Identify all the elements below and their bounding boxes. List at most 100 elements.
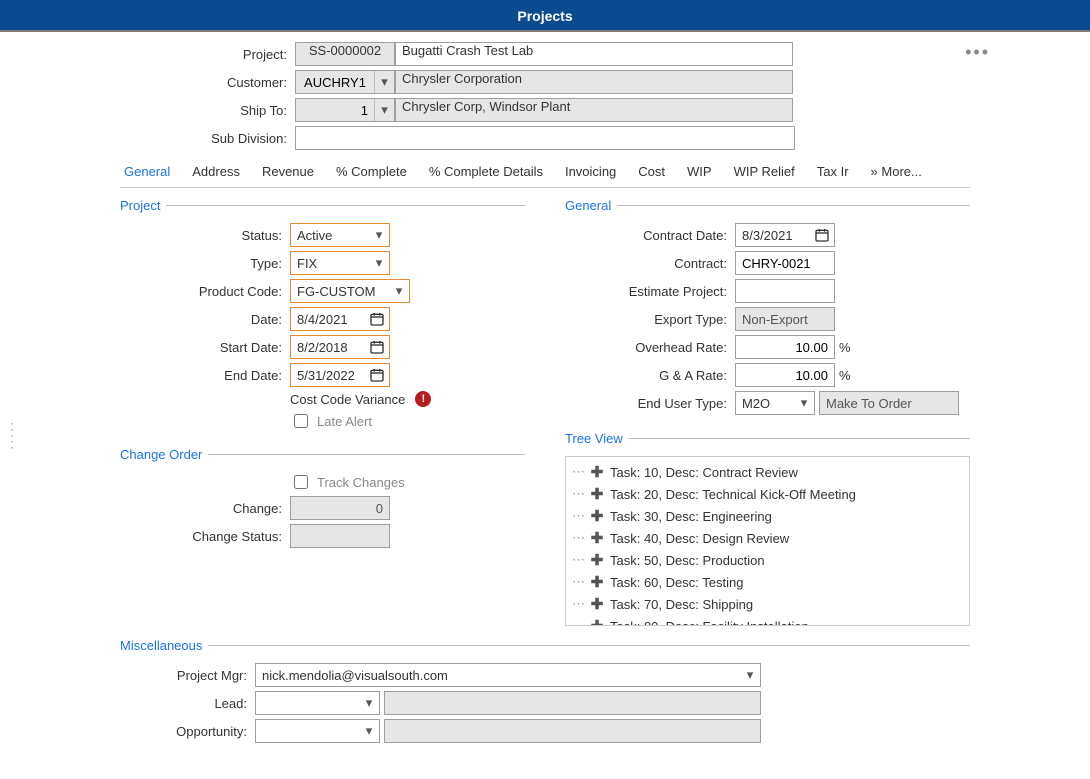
chevron-down-icon[interactable]: ▾ <box>794 395 814 411</box>
pct-symbol: % <box>839 340 851 355</box>
customer-code-input[interactable] <box>296 71 374 93</box>
export-type-label: Export Type: <box>565 312 735 327</box>
expand-icon[interactable]: ✚ <box>590 485 604 503</box>
tree-item[interactable]: ⋯✚Task: 70, Desc: Shipping <box>572 593 963 615</box>
customer-label: Customer: <box>120 75 295 90</box>
date-input[interactable]: 8/4/2021 <box>290 307 390 331</box>
product-code-select[interactable]: FG-CUSTOM ▾ <box>290 279 410 303</box>
chevron-down-icon[interactable]: ▾ <box>389 283 409 299</box>
end-user-type-select[interactable]: M2O ▾ <box>735 391 815 415</box>
calendar-icon[interactable] <box>365 336 389 358</box>
tab-tax-ir[interactable]: Tax Ir <box>817 164 849 179</box>
tab-pct-complete-details[interactable]: % Complete Details <box>429 164 543 179</box>
tree-item[interactable]: ⋯✚Task: 20, Desc: Technical Kick-Off Mee… <box>572 483 963 505</box>
lead-label: Lead: <box>120 696 255 711</box>
chevron-down-icon[interactable]: ▾ <box>374 71 394 93</box>
tab-revenue[interactable]: Revenue <box>262 164 314 179</box>
tab-wip[interactable]: WIP <box>687 164 712 179</box>
chevron-down-icon[interactable]: ▾ <box>369 255 389 271</box>
chevron-down-icon[interactable]: ▾ <box>359 723 379 739</box>
contract-date-input[interactable]: 8/3/2021 <box>735 223 835 247</box>
tab-invoicing[interactable]: Invoicing <box>565 164 616 179</box>
estimate-project-input[interactable] <box>735 279 835 303</box>
status-select[interactable]: Active ▾ <box>290 223 390 247</box>
change-value <box>290 496 390 520</box>
contract-input[interactable] <box>735 251 835 275</box>
tree-item[interactable]: ⋯✚Task: 40, Desc: Design Review <box>572 527 963 549</box>
subdivision-input[interactable] <box>295 126 795 150</box>
pct-symbol: % <box>839 368 851 383</box>
shipto-code-select[interactable]: ▾ <box>295 98 395 122</box>
tree-item[interactable]: ⋯ ✚ Task: 30, Desc: Engineering <box>572 505 963 527</box>
expand-icon[interactable]: ✚ <box>590 617 604 626</box>
tab-more[interactable]: » More... <box>871 164 922 179</box>
subdivision-label: Sub Division: <box>120 131 295 146</box>
tree-item[interactable]: ⋯✚Task: 80, Desc: Facility Installation <box>572 615 963 626</box>
product-code-label: Product Code: <box>120 284 290 299</box>
end-date-input[interactable]: 5/31/2022 <box>290 363 390 387</box>
ga-rate-input[interactable] <box>735 363 835 387</box>
tab-wip-relief[interactable]: WIP Relief <box>734 164 795 179</box>
misc-section: Miscellaneous Project Mgr: nick.mendolia… <box>120 638 970 747</box>
track-changes-label: Track Changes <box>317 475 405 490</box>
overhead-rate-input[interactable] <box>735 335 835 359</box>
expand-icon[interactable]: ✚ <box>590 573 604 591</box>
tree-connector: ⋯ <box>572 464 584 480</box>
expand-icon[interactable]: ✚ <box>590 529 604 547</box>
estimate-project-label: Estimate Project: <box>565 284 735 299</box>
chevron-down-icon[interactable]: ▾ <box>369 227 389 243</box>
tree-connector: ⋯ <box>572 508 584 524</box>
tab-cost[interactable]: Cost <box>638 164 665 179</box>
contract-label: Contract: <box>565 256 735 271</box>
chevron-down-icon[interactable]: ▾ <box>374 99 394 121</box>
tree-item-label: Task: 70, Desc: Shipping <box>610 597 753 612</box>
chevron-down-icon[interactable]: ▾ <box>359 695 379 711</box>
general-legend: General <box>565 198 617 213</box>
project-mgr-select[interactable]: nick.mendolia@visualsouth.com ▾ <box>255 663 761 687</box>
lead-select[interactable]: ▾ <box>255 691 380 715</box>
tab-general[interactable]: General <box>124 164 170 179</box>
expand-icon[interactable]: ✚ <box>590 595 604 613</box>
tree-view[interactable]: ⋯✚Task: 10, Desc: Contract Review⋯✚Task:… <box>565 456 970 626</box>
tree-item-label: Task: 60, Desc: Testing <box>610 575 743 590</box>
tree-item-label: Task: 40, Desc: Design Review <box>610 531 789 546</box>
change-order-section: Change Order Track Changes Change: Chang… <box>120 447 525 552</box>
warning-icon[interactable]: ! <box>415 391 431 407</box>
opportunity-select[interactable]: ▾ <box>255 719 380 743</box>
project-mgr-value: nick.mendolia@visualsouth.com <box>256 668 740 683</box>
type-select[interactable]: FIX ▾ <box>290 251 390 275</box>
tree-item[interactable]: ⋯✚Task: 60, Desc: Testing <box>572 571 963 593</box>
expand-icon[interactable]: ✚ <box>590 463 604 481</box>
track-changes-checkbox[interactable] <box>294 475 308 489</box>
customer-code-select[interactable]: ▾ <box>295 70 395 94</box>
calendar-icon[interactable] <box>365 308 389 330</box>
tab-pct-complete[interactable]: % Complete <box>336 164 407 179</box>
late-alert-checkbox[interactable] <box>294 414 308 428</box>
tree-item[interactable]: ⋯ ✚ Task: 10, Desc: Contract Review <box>572 461 963 483</box>
tree-item-label: Task: 10, Desc: Contract Review <box>610 465 798 480</box>
contract-date-label: Contract Date: <box>565 228 735 243</box>
export-type-value <box>735 307 835 331</box>
lead-desc <box>384 691 761 715</box>
calendar-icon[interactable] <box>810 224 834 246</box>
project-name-input[interactable]: Bugatti Crash Test Lab <box>395 42 793 66</box>
start-date-input[interactable]: 8/2/2018 <box>290 335 390 359</box>
more-menu-icon[interactable]: ••• <box>965 42 990 63</box>
shipto-code-input[interactable] <box>296 99 374 121</box>
misc-legend: Miscellaneous <box>120 638 208 653</box>
expand-icon[interactable]: ✚ <box>590 551 604 569</box>
end-date-label: End Date: <box>120 368 290 383</box>
tree-item-label: Task: 30, Desc: Engineering <box>610 509 772 524</box>
date-label: Date: <box>120 312 290 327</box>
opportunity-label: Opportunity: <box>120 724 255 739</box>
tree-item[interactable]: ⋯✚Task: 50, Desc: Production <box>572 549 963 571</box>
cost-code-variance-label: Cost Code Variance <box>290 392 405 407</box>
expand-icon[interactable]: ✚ <box>590 507 604 525</box>
opportunity-desc <box>384 719 761 743</box>
date-value: 8/4/2021 <box>291 312 365 327</box>
chevron-down-icon[interactable]: ▾ <box>740 667 760 683</box>
project-legend: Project <box>120 198 166 213</box>
tab-address[interactable]: Address <box>192 164 240 179</box>
calendar-icon[interactable] <box>365 364 389 386</box>
end-user-type-code: M2O <box>736 396 794 411</box>
